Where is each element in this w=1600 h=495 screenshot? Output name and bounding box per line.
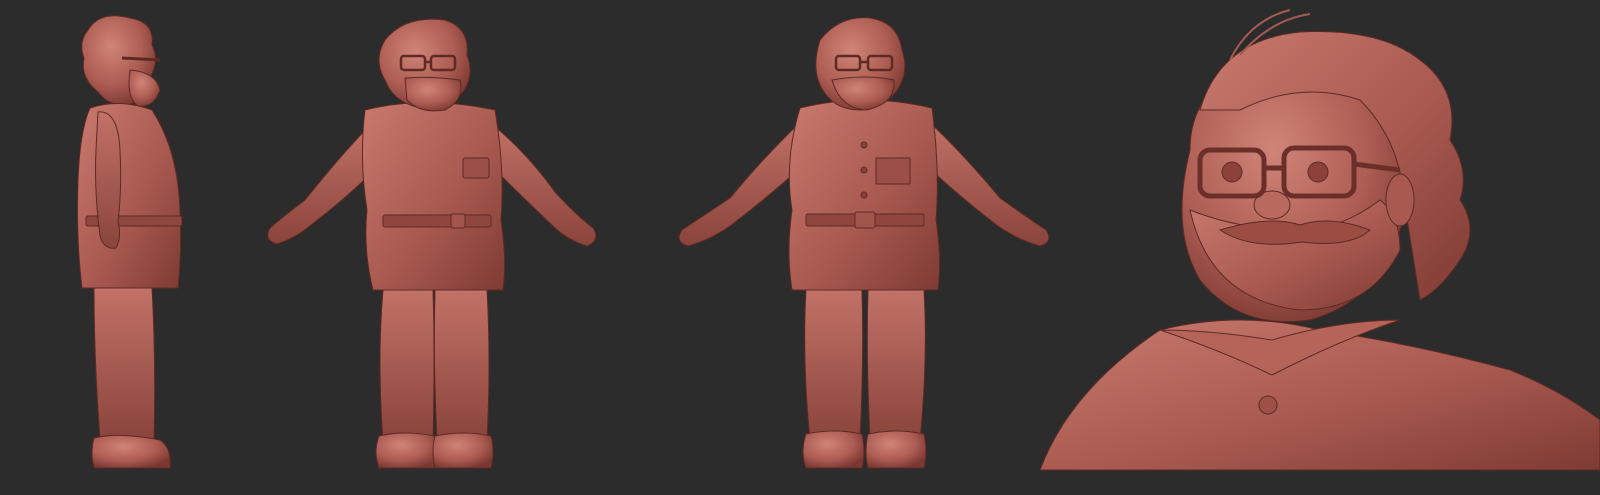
head-closeup-view [1040,0,1600,495]
side-jacket [77,102,182,289]
side-view [60,0,210,495]
front-button-1 [860,141,868,149]
front-left-leg [804,289,864,441]
front-right-shoe [865,430,927,469]
front-button-2 [860,166,868,174]
tq-pocket [462,157,490,179]
tq-left-leg [379,289,435,441]
closeup-left-eye [1221,161,1243,183]
front-button-3 [860,191,868,199]
side-figure [77,15,183,469]
front-belt-buckle [854,211,876,229]
front-view [670,0,1060,495]
tq-left-shoe [375,432,440,469]
side-arm [95,111,122,249]
sculpt-turnaround-canvas [0,0,1600,495]
tq-belt-buckle [450,213,466,229]
closeup-shirt-button [1258,395,1278,415]
three-quarter-view [255,0,615,495]
closeup-ear [1385,173,1415,227]
front-pocket [875,157,911,185]
side-leg [93,287,156,441]
tq-right-shoe [432,432,494,469]
tq-right-leg [433,289,490,441]
tq-jacket [361,102,506,291]
side-shoe [91,434,171,469]
side-beard [128,69,161,107]
closeup-right-eye [1307,161,1329,183]
side-glasses [121,56,161,62]
front-right-leg [866,289,926,441]
tq-belt [382,214,492,228]
front-left-shoe [802,430,865,469]
